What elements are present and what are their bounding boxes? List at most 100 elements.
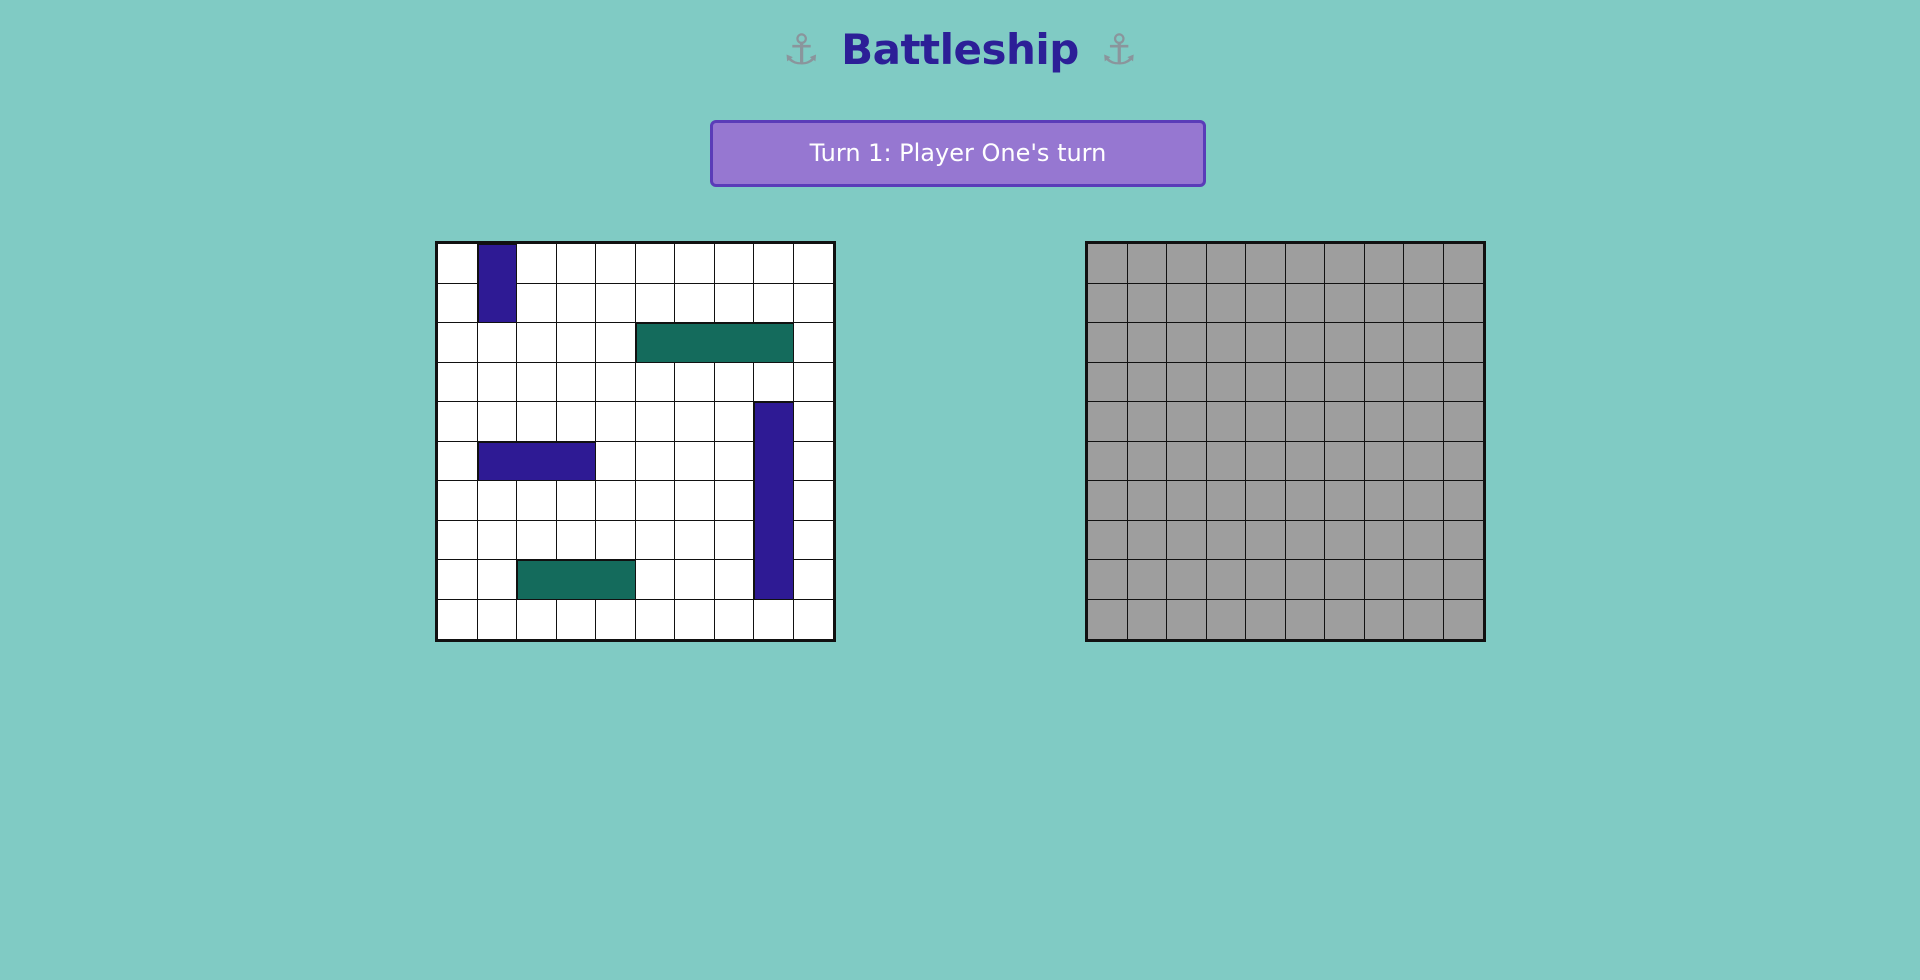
opponent-board-cell[interactable]	[1443, 441, 1483, 481]
opponent-board-cell[interactable]	[1246, 441, 1286, 481]
opponent-board-cell[interactable]	[1246, 402, 1286, 442]
opponent-board-cell[interactable]	[1167, 520, 1207, 560]
opponent-board-cell[interactable]	[1088, 362, 1128, 402]
opponent-board-cell[interactable]	[1325, 362, 1365, 402]
opponent-board-cell[interactable]	[1127, 323, 1167, 363]
opponent-board-cell[interactable]	[1127, 244, 1167, 284]
opponent-board-cell[interactable]	[1246, 520, 1286, 560]
opponent-board-cell[interactable]	[1206, 362, 1246, 402]
opponent-board-cell[interactable]	[1404, 362, 1444, 402]
opponent-board-cell[interactable]	[1246, 362, 1286, 402]
opponent-board-cell[interactable]	[1364, 323, 1404, 363]
opponent-board-cell[interactable]	[1206, 283, 1246, 323]
opponent-board-cell[interactable]	[1167, 283, 1207, 323]
opponent-board-cell[interactable]	[1364, 362, 1404, 402]
opponent-board-cell[interactable]	[1404, 283, 1444, 323]
opponent-board-cell[interactable]	[1285, 560, 1325, 600]
opponent-board-cell[interactable]	[1325, 599, 1365, 639]
opponent-board-cell[interactable]	[1246, 283, 1286, 323]
opponent-board-cell[interactable]	[1325, 323, 1365, 363]
opponent-board-cell[interactable]	[1325, 402, 1365, 442]
opponent-board-cell[interactable]	[1364, 441, 1404, 481]
opponent-board-cell[interactable]	[1404, 323, 1444, 363]
opponent-board-cell[interactable]	[1443, 402, 1483, 442]
opponent-board-cell[interactable]	[1246, 599, 1286, 639]
opponent-board-cell[interactable]	[1088, 283, 1128, 323]
opponent-board-cell[interactable]	[1325, 283, 1365, 323]
opponent-board-cell[interactable]	[1443, 560, 1483, 600]
opponent-board-cell[interactable]	[1127, 520, 1167, 560]
opponent-board-cell[interactable]	[1443, 599, 1483, 639]
opponent-board-cell[interactable]	[1167, 599, 1207, 639]
opponent-board-cell[interactable]	[1167, 560, 1207, 600]
opponent-board-cell[interactable]	[1325, 481, 1365, 521]
opponent-board-cell[interactable]	[1325, 441, 1365, 481]
opponent-board-cell[interactable]	[1443, 244, 1483, 284]
opponent-board-cell[interactable]	[1088, 402, 1128, 442]
opponent-board-cell[interactable]	[1404, 402, 1444, 442]
opponent-board-cell[interactable]	[1127, 481, 1167, 521]
opponent-board-cell[interactable]	[1443, 520, 1483, 560]
opponent-board-cell[interactable]	[1285, 599, 1325, 639]
opponent-board-cell[interactable]	[1127, 402, 1167, 442]
opponent-board-cell[interactable]	[1404, 244, 1444, 284]
opponent-board-cell[interactable]	[1167, 481, 1207, 521]
opponent-board-cell[interactable]	[1088, 244, 1128, 284]
opponent-board-cell[interactable]	[1285, 402, 1325, 442]
opponent-board-cell[interactable]	[1088, 441, 1128, 481]
opponent-board-cell[interactable]	[1246, 244, 1286, 284]
opponent-board-cell[interactable]	[1127, 560, 1167, 600]
opponent-board-cell[interactable]	[1443, 283, 1483, 323]
opponent-board-cell[interactable]	[1206, 560, 1246, 600]
opponent-board-cell[interactable]	[1285, 283, 1325, 323]
opponent-board-cell[interactable]	[1127, 283, 1167, 323]
opponent-board-cell[interactable]	[1246, 481, 1286, 521]
opponent-board-cell[interactable]	[1404, 520, 1444, 560]
opponent-board-cell[interactable]	[1285, 441, 1325, 481]
opponent-board-cell[interactable]	[1325, 520, 1365, 560]
opponent-board-cell[interactable]	[1404, 481, 1444, 521]
opponent-board-cell[interactable]	[1443, 481, 1483, 521]
opponent-board-cell[interactable]	[1364, 402, 1404, 442]
opponent-board-cell[interactable]	[1325, 560, 1365, 600]
opponent-board-cell[interactable]	[1088, 560, 1128, 600]
opponent-board-cell[interactable]	[1364, 283, 1404, 323]
opponent-board-cell[interactable]	[1167, 362, 1207, 402]
opponent-board-cell[interactable]	[1167, 323, 1207, 363]
opponent-board-cell[interactable]	[1206, 599, 1246, 639]
opponent-board-cell[interactable]	[1285, 323, 1325, 363]
opponent-board-cell[interactable]	[1127, 441, 1167, 481]
opponent-board-cell[interactable]	[1088, 323, 1128, 363]
opponent-board-cell[interactable]	[1206, 402, 1246, 442]
opponent-board-cell[interactable]	[1404, 441, 1444, 481]
opponent-board-cell[interactable]	[1088, 481, 1128, 521]
opponent-board-cell[interactable]	[1285, 520, 1325, 560]
opponent-board-cell[interactable]	[1206, 441, 1246, 481]
opponent-board-cell[interactable]	[1167, 402, 1207, 442]
opponent-board-cell[interactable]	[1364, 560, 1404, 600]
opponent-board-cell[interactable]	[1088, 599, 1128, 639]
opponent-board-cell[interactable]	[1246, 560, 1286, 600]
opponent-board-cell[interactable]	[1364, 599, 1404, 639]
opponent-board-cell[interactable]	[1206, 244, 1246, 284]
opponent-board-cell[interactable]	[1167, 244, 1207, 284]
opponent-board-cell[interactable]	[1285, 362, 1325, 402]
opponent-board-cell[interactable]	[1364, 481, 1404, 521]
opponent-board-cell[interactable]	[1285, 481, 1325, 521]
opponent-board-cell[interactable]	[1206, 323, 1246, 363]
opponent-board-cell[interactable]	[1364, 244, 1404, 284]
opponent-board-cell[interactable]	[1443, 362, 1483, 402]
opponent-board-cell[interactable]	[1246, 323, 1286, 363]
opponent-board-cell[interactable]	[1167, 441, 1207, 481]
opponent-board-cell[interactable]	[1364, 520, 1404, 560]
opponent-board-cell[interactable]	[1285, 244, 1325, 284]
opponent-board-cell[interactable]	[1206, 520, 1246, 560]
opponent-board-cell[interactable]	[1088, 520, 1128, 560]
opponent-board-cell[interactable]	[1404, 560, 1444, 600]
opponent-board-cell[interactable]	[1443, 323, 1483, 363]
opponent-board-cell[interactable]	[1325, 244, 1365, 284]
opponent-board-cell[interactable]	[1127, 599, 1167, 639]
opponent-board-cell[interactable]	[1206, 481, 1246, 521]
opponent-board-cell[interactable]	[1404, 599, 1444, 639]
opponent-board-cell[interactable]	[1127, 362, 1167, 402]
